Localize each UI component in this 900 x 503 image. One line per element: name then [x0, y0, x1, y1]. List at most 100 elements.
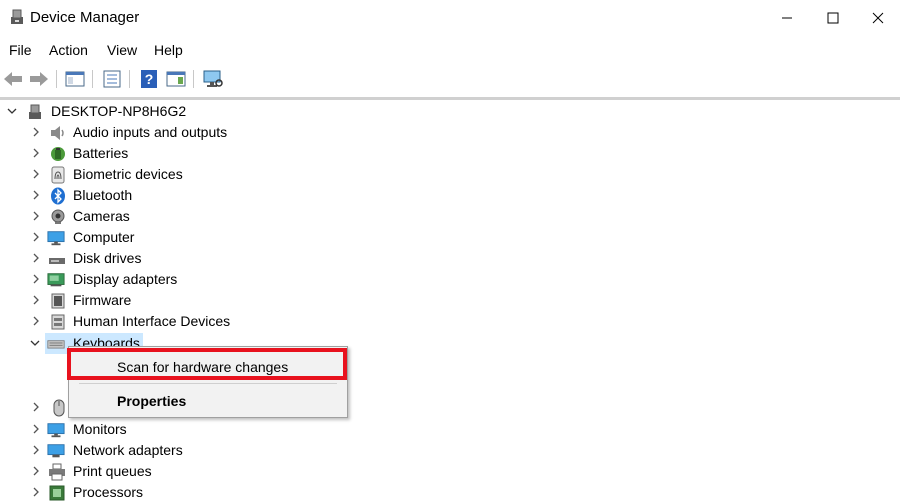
chevron-right-icon[interactable] [30, 125, 42, 139]
toolbar-separator [92, 70, 93, 88]
toolbar-separator [56, 70, 57, 88]
tree-item-label: Batteries [73, 145, 129, 161]
chevron-right-icon[interactable] [30, 209, 42, 223]
tree-item-cameras[interactable]: Cameras [0, 206, 900, 227]
tree-item-label: Cameras [73, 208, 130, 224]
title-bar: Device Manager [0, 0, 900, 36]
chevron-down-icon[interactable] [29, 336, 41, 350]
tree-item-label: Network adapters [73, 442, 183, 458]
computer-icon [47, 231, 65, 246]
tree-item-label: Computer [73, 229, 135, 245]
chevron-right-icon[interactable] [30, 146, 42, 160]
computer-tower-icon [29, 104, 41, 119]
toolbar-separator [193, 70, 194, 88]
chevron-right-icon[interactable] [30, 485, 42, 499]
fingerprint-icon [51, 166, 65, 184]
tree-item-display-adapters[interactable]: Display adapters [0, 269, 900, 290]
battery-icon [51, 147, 65, 161]
chevron-right-icon[interactable] [30, 167, 42, 181]
back-button[interactable] [2, 68, 24, 90]
tree-item-label: Monitors [73, 421, 127, 437]
speaker-icon [51, 126, 64, 140]
back-icon [4, 72, 22, 86]
scan-hardware-icon [203, 70, 223, 87]
action-pane-icon [166, 71, 186, 87]
tree-item-label: Bluetooth [73, 187, 133, 203]
tree-item-monitors[interactable]: Monitors [0, 419, 900, 440]
tree-item-label: Print queues [73, 463, 152, 479]
minimize-icon [782, 17, 792, 19]
maximize-icon [827, 12, 839, 24]
camera-icon [51, 209, 65, 224]
tree-item-label: Disk drives [73, 250, 142, 266]
toolbar: ? [0, 64, 900, 94]
chevron-right-icon[interactable] [30, 272, 42, 286]
tree-item-network-adapters[interactable]: Network adapters [0, 440, 900, 461]
menu-view[interactable]: View [107, 42, 137, 58]
tree-item-biometric[interactable]: Biometric devices [0, 164, 900, 185]
processor-icon [49, 485, 65, 501]
chevron-right-icon[interactable] [30, 314, 42, 328]
tree-item-bluetooth[interactable]: Bluetooth [0, 185, 900, 206]
tree-item-label: Display adapters [73, 271, 178, 287]
tree-root[interactable]: DESKTOP-NP8H6G2 [0, 101, 900, 122]
window-title: Device Manager [30, 9, 140, 26]
disk-drive-icon [49, 258, 65, 264]
chevron-right-icon[interactable] [30, 293, 42, 307]
printer-icon [49, 463, 65, 481]
device-manager-icon [11, 9, 23, 24]
properties-menu-item[interactable]: Properties [69, 386, 347, 416]
menu-item-label: Properties [117, 393, 187, 409]
hid-icon [51, 314, 65, 330]
display-adapter-icon [47, 273, 65, 287]
monitor-icon [47, 423, 65, 438]
device-tree: DESKTOP-NP8H6G2 Audio inputs and outputs… [0, 100, 900, 501]
tree-item-disk-drives[interactable]: Disk drives [0, 248, 900, 269]
menu-bar: File Action View Help [0, 36, 900, 65]
tree-item-label: Human Interface Devices [73, 313, 231, 329]
scan-hardware-button[interactable] [202, 68, 224, 90]
menu-help[interactable]: Help [154, 42, 183, 58]
show-hide-console-tree-button[interactable] [64, 68, 86, 90]
chevron-right-icon[interactable] [30, 251, 42, 265]
help-button[interactable]: ? [138, 68, 160, 90]
tree-root-label: DESKTOP-NP8H6G2 [51, 103, 187, 119]
toolbar-separator [129, 70, 130, 88]
svg-text:?: ? [145, 71, 154, 87]
help-icon: ? [141, 70, 157, 88]
tree-item-batteries[interactable]: Batteries [0, 143, 900, 164]
chevron-down-icon[interactable] [6, 104, 18, 118]
tree-item-hid[interactable]: Human Interface Devices [0, 311, 900, 332]
tree-item-label: Processors [73, 484, 144, 500]
action-pane-button[interactable] [165, 68, 187, 90]
chevron-right-icon[interactable] [30, 443, 42, 457]
context-menu: Scan for hardware changes Properties [68, 346, 348, 418]
properties-button[interactable] [101, 68, 123, 90]
minimize-button[interactable] [764, 0, 810, 36]
chevron-right-icon[interactable] [30, 400, 42, 414]
chevron-right-icon[interactable] [30, 188, 42, 202]
chevron-right-icon[interactable] [30, 464, 42, 478]
scan-for-hardware-changes-menu-item[interactable]: Scan for hardware changes [69, 352, 347, 382]
tree-item-audio[interactable]: Audio inputs and outputs [0, 122, 900, 143]
tree-item-label: Firmware [73, 292, 132, 308]
forward-icon [30, 72, 48, 86]
tree-item-firmware[interactable]: Firmware [0, 290, 900, 311]
chevron-right-icon[interactable] [30, 230, 42, 244]
maximize-button[interactable] [810, 0, 856, 36]
menu-separator [79, 383, 337, 384]
tree-item-print-queues[interactable]: Print queues [0, 461, 900, 482]
mouse-icon [53, 399, 65, 417]
close-button[interactable] [856, 0, 900, 36]
bluetooth-icon [51, 187, 65, 205]
tree-item-label: Biometric devices [73, 166, 183, 182]
forward-button[interactable] [28, 68, 50, 90]
menu-file[interactable]: File [9, 42, 32, 58]
chevron-right-icon[interactable] [30, 422, 42, 436]
close-icon [872, 12, 884, 24]
menu-action[interactable]: Action [49, 42, 88, 58]
tree-item-computer[interactable]: Computer [0, 227, 900, 248]
network-adapter-icon [47, 444, 65, 458]
tree-item-label: Audio inputs and outputs [73, 124, 228, 140]
menu-item-label: Scan for hardware changes [117, 359, 289, 375]
